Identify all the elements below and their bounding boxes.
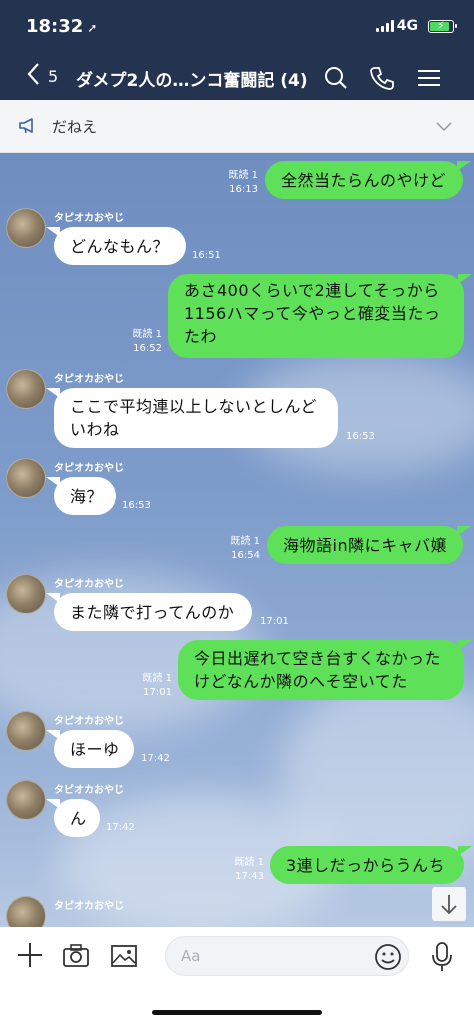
message-bubble-outgoing[interactable]: 海物語in隣にキャバ嬢 xyxy=(267,526,471,564)
chevron-down-icon[interactable] xyxy=(436,117,452,136)
avatar[interactable] xyxy=(6,208,46,248)
message-bubble-incoming[interactable]: ん xyxy=(46,799,100,837)
status-time: 18:32 ➚ xyxy=(26,16,98,37)
avatar[interactable] xyxy=(6,896,46,927)
message-meta: 既読 1 16:52 xyxy=(132,329,162,354)
message-bubble-incoming[interactable]: 海？ xyxy=(46,477,116,515)
message-time: 16:51 xyxy=(192,250,221,261)
location-arrow-icon: ➚ xyxy=(87,21,98,35)
message-bubble-outgoing[interactable]: 今日出遅れて空き台すくなかった けどなんか隣のへそ空いてた xyxy=(178,640,472,700)
emoji-icon[interactable] xyxy=(374,943,402,975)
message-meta: 既読 1 16:13 xyxy=(228,170,258,195)
message-bubble-outgoing[interactable]: 3連しだっからうんち xyxy=(270,846,472,884)
sender-name: タピオカおやじ xyxy=(54,374,124,385)
back-chevron-icon[interactable] xyxy=(26,62,40,92)
mic-icon[interactable] xyxy=(430,941,454,977)
message-time: 17:42 xyxy=(106,822,135,833)
message-bubble-incoming[interactable]: どんなもん？ xyxy=(46,227,186,265)
message-time: 17:42 xyxy=(141,753,170,764)
announcement-text: だねえ xyxy=(52,118,98,136)
message-bubble-outgoing[interactable]: あさ400くらいで2連してそっから 1156ハマって今やっと確変当たっ たわ xyxy=(168,274,472,358)
message-bubble-outgoing[interactable]: 全然当たらんのやけど xyxy=(265,161,471,199)
home-indicator[interactable] xyxy=(152,1010,322,1015)
announcement-bar[interactable]: だねえ xyxy=(0,100,474,153)
sender-name: タピオカおやじ xyxy=(54,463,124,474)
avatar[interactable] xyxy=(6,369,46,409)
arrow-down-icon xyxy=(441,895,457,915)
chat-area[interactable]: 既読 1 16:13 全然当たらんのやけど タピオカおやじ どんなもん？ 16:5… xyxy=(0,153,474,927)
sender-name: タピオカおやじ xyxy=(54,901,124,912)
camera-icon[interactable] xyxy=(62,944,90,972)
image-icon[interactable] xyxy=(111,944,137,972)
back-unread-count[interactable]: 5 xyxy=(48,67,58,86)
sender-name: タピオカおやじ xyxy=(54,785,124,796)
sender-name: タピオカおやじ xyxy=(54,213,124,224)
message-bubble-incoming[interactable]: ここで平均連以上しないとしんど いわね xyxy=(46,388,338,448)
network-type: 4G xyxy=(396,18,418,34)
sender-name: タピオカおやじ xyxy=(54,716,124,727)
plus-icon[interactable] xyxy=(16,941,44,973)
signal-icon xyxy=(376,20,394,32)
battery-icon: ⚡ xyxy=(428,19,457,33)
avatar[interactable] xyxy=(6,711,46,751)
avatar[interactable] xyxy=(6,458,46,498)
message-meta: 既読 1 16:54 xyxy=(230,536,260,561)
chat-title[interactable]: ダメプ2人の…ンコ奮闘記 (4) xyxy=(76,66,308,91)
scroll-to-bottom-button[interactable] xyxy=(432,887,466,921)
avatar[interactable] xyxy=(6,574,46,614)
message-time: 16:53 xyxy=(346,431,375,442)
menu-icon[interactable] xyxy=(416,65,442,91)
megaphone-icon xyxy=(18,117,38,139)
message-time: 16:53 xyxy=(122,500,151,511)
search-icon[interactable] xyxy=(323,65,349,91)
avatar[interactable] xyxy=(6,780,46,820)
message-time: 17:01 xyxy=(260,616,289,627)
phone-icon[interactable] xyxy=(369,65,395,91)
sender-name: タピオカおやじ xyxy=(54,579,124,590)
status-bar: 18:32 ➚ 4G ⚡ xyxy=(0,0,474,56)
message-meta: 既読 1 17:43 xyxy=(234,857,264,882)
message-bubble-incoming[interactable]: ほーゆ xyxy=(46,730,134,768)
message-input[interactable]: Aa xyxy=(165,936,409,976)
message-meta: 既読 1 17:01 xyxy=(142,673,172,698)
message-bubble-incoming[interactable]: また隣で打ってんのか xyxy=(46,593,252,631)
chat-header: 5 ダメプ2人の…ンコ奮闘記 (4) xyxy=(0,56,474,100)
